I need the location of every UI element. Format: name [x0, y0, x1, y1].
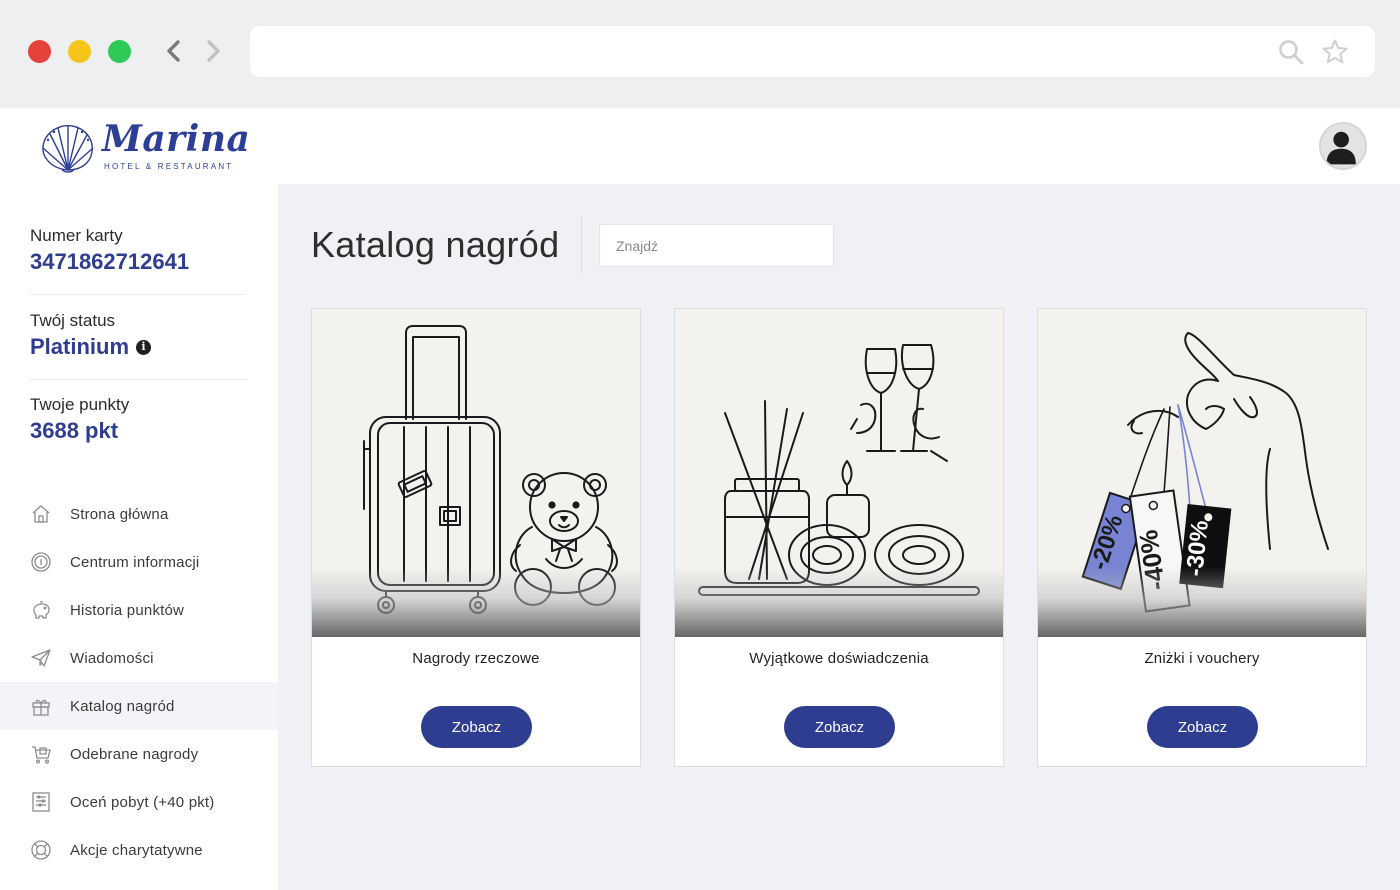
card-number-label: Numer karty	[30, 226, 123, 245]
rating-form-icon	[32, 792, 50, 812]
browser-chrome	[0, 0, 1400, 108]
sidebar: Numer karty 3471862712641 Twój status Pl…	[0, 184, 278, 890]
sidebar-item-label: Centrum informacji	[70, 553, 200, 571]
forward-arrow-icon[interactable]	[202, 37, 226, 65]
image-shade	[1038, 567, 1366, 637]
back-arrow-icon[interactable]	[161, 37, 185, 65]
window-maximize-dot[interactable]	[108, 40, 131, 63]
user-avatar-icon	[1326, 131, 1356, 165]
search-input[interactable]	[599, 224, 834, 267]
points-text: 3688 pkt	[30, 418, 119, 443]
status-value: Platinium i	[30, 333, 246, 361]
window-minimize-dot[interactable]	[68, 40, 91, 63]
sidebar-item-label: Oceń pobyt (+40 pkt)	[70, 793, 215, 811]
card-number-block: Numer karty 3471862712641	[30, 226, 246, 276]
brand-name: Marina	[102, 118, 251, 160]
star-icon[interactable]	[1321, 38, 1349, 66]
view-button[interactable]: Zobacz	[1147, 706, 1258, 748]
gift-cart-icon	[32, 746, 51, 764]
points-block: Twoje punkty 3688 pkt	[30, 395, 246, 445]
sidebar-item-label: Odebrane nagrody	[70, 745, 199, 763]
sidebar-item-charity[interactable]: Akcje charytatywne	[0, 826, 278, 874]
search-icon[interactable]	[1277, 38, 1305, 66]
lifebuoy-icon	[31, 840, 51, 860]
status-label: Twój status	[30, 311, 116, 330]
card-title: Zniżki i vouchery	[1144, 650, 1260, 667]
card-number-value: 3471862712641	[30, 248, 246, 276]
app-header: Marina HOTEL & RESTAURANT	[0, 108, 1400, 184]
sidebar-item-info-center[interactable]: Centrum informacji	[0, 538, 278, 586]
page-title: Katalog nagród	[311, 224, 560, 265]
main-content: Katalog nagród Znajdź Nagrody rzeczowe Z…	[278, 184, 1400, 890]
view-button[interactable]: Zobacz	[784, 706, 895, 748]
sidebar-item-received-rewards[interactable]: Odebrane nagrody	[0, 730, 278, 778]
reward-card-vouchers[interactable]: -20% -40% -30% Zniżki i vouchery Zobacz	[1037, 308, 1367, 767]
sidebar-item-label: Katalog nagród	[70, 697, 175, 715]
view-button[interactable]: Zobacz	[421, 706, 532, 748]
points-value: 3688 pkt	[30, 417, 246, 445]
brand-tagline: HOTEL & RESTAURANT	[104, 162, 234, 171]
divider	[30, 379, 246, 380]
reward-card-experiences[interactable]: Wyjątkowe doświadczenia Zobacz	[674, 308, 1004, 767]
status-block: Twój status Platinium i	[30, 311, 246, 361]
sidebar-item-label: Akcje charytatywne	[70, 841, 203, 859]
card-number: 3471862712641	[30, 249, 190, 274]
divider	[30, 294, 246, 295]
sidebar-item-label: Strona główna	[70, 505, 169, 523]
info-icon[interactable]: i	[136, 339, 152, 355]
window-close-dot[interactable]	[28, 40, 51, 63]
points-label: Twoje punkty	[30, 395, 130, 414]
status-text: Platinium	[30, 334, 130, 359]
suitcase-teddy-bear-illustration	[312, 309, 640, 637]
card-title: Wyjątkowe doświadczenia	[749, 650, 929, 667]
image-shade	[312, 567, 640, 637]
sidebar-item-label: Wiadomości	[70, 649, 154, 667]
reward-card-physical[interactable]: Nagrody rzeczowe Zobacz	[311, 308, 641, 767]
home-icon	[32, 505, 50, 523]
shell-logo-icon	[42, 124, 94, 173]
paper-plane-icon	[31, 649, 51, 667]
sidebar-item-label: Historia punktów	[70, 601, 185, 619]
card-title: Nagrody rzeczowe	[412, 650, 540, 667]
sidebar-item-rate-stay[interactable]: Oceń pobyt (+40 pkt)	[0, 778, 278, 826]
divider	[581, 216, 582, 274]
sidebar-menu: Strona główna Centrum informacji Histori…	[0, 490, 278, 874]
image-shade	[675, 567, 1003, 637]
address-bar[interactable]	[250, 26, 1375, 77]
sidebar-item-rewards-catalog[interactable]: Katalog nagród	[0, 682, 278, 730]
gift-icon	[32, 699, 50, 716]
info-coin-icon	[31, 552, 51, 572]
discount-tags-hand-illustration: -20% -40% -30%	[1038, 309, 1366, 637]
sidebar-item-home[interactable]: Strona główna	[0, 490, 278, 538]
sidebar-item-points-history[interactable]: Historia punktów	[0, 586, 278, 634]
sidebar-item-messages[interactable]: Wiadomości	[0, 634, 278, 682]
piggy-bank-icon	[33, 601, 50, 619]
brand-logo[interactable]: Marina HOTEL & RESTAURANT	[38, 118, 250, 174]
user-avatar[interactable]	[1319, 122, 1367, 170]
spa-candles-wine-illustration	[675, 309, 1003, 637]
